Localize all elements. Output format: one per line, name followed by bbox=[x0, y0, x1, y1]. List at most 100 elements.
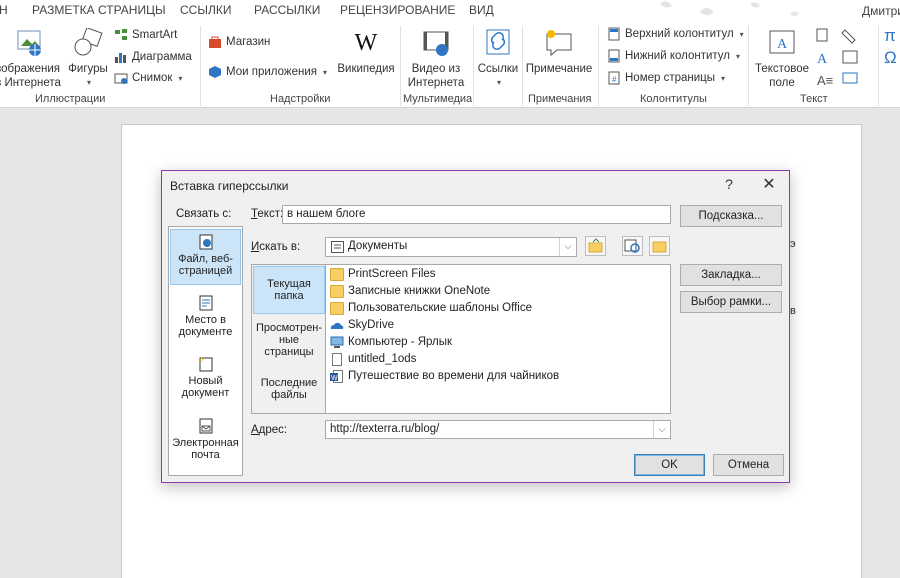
document-text-fragment: э bbox=[790, 238, 796, 250]
browse-file-button[interactable] bbox=[649, 236, 670, 256]
address-dropdown-arrow-icon[interactable]: ⌵ bbox=[653, 421, 670, 438]
address-label-rest: дрес: bbox=[258, 424, 288, 436]
list-item-name: Компьютер - Ярлык bbox=[348, 336, 453, 348]
browse-web-icon bbox=[624, 239, 640, 253]
ok-button[interactable]: OK bbox=[634, 454, 705, 476]
wikipedia-label: Википедия bbox=[337, 63, 395, 75]
list-item[interactable]: W Путешествие во времени для чайников bbox=[330, 368, 559, 384]
folder-icon bbox=[330, 267, 344, 281]
comment-icon bbox=[543, 28, 575, 58]
shapes-label: Фигуры bbox=[68, 63, 108, 75]
links-button[interactable]: Ссылки ▾ bbox=[476, 28, 520, 90]
folder-nav-panel: Текущая папка Просмотрен- ные страницы П… bbox=[251, 264, 326, 414]
header-button[interactable]: Верхний колонтитул ▾ bbox=[607, 27, 744, 41]
new-document-icon bbox=[198, 356, 214, 372]
list-item[interactable]: Компьютер - Ярлык bbox=[330, 334, 452, 350]
my-apps-button[interactable]: Мои приложения ▾ bbox=[208, 65, 327, 79]
skydrive-icon bbox=[330, 319, 344, 332]
tab-references[interactable]: ССЫЛКИ bbox=[180, 3, 231, 17]
shapes-button[interactable]: Фигуры ▾ bbox=[66, 27, 110, 90]
list-item[interactable]: Записные книжки OneNote bbox=[330, 283, 490, 299]
tab-insert-partial[interactable]: Н bbox=[0, 3, 8, 17]
tab-mailings[interactable]: РАССЫЛКИ bbox=[254, 3, 320, 17]
list-item-name: Пользовательские шаблоны Office bbox=[348, 302, 532, 314]
my-apps-label: Мои приложения bbox=[226, 66, 317, 78]
browse-web-button[interactable] bbox=[622, 236, 643, 256]
link-to-new-document[interactable]: Новый документ bbox=[170, 352, 241, 408]
group-separator bbox=[200, 26, 201, 106]
text-to-display-input[interactable]: в нашем блоге bbox=[282, 205, 671, 224]
screenshot-icon bbox=[114, 71, 128, 85]
documents-folder-icon bbox=[331, 241, 344, 256]
file-list[interactable]: PrintScreen Files Записные книжки OneNot… bbox=[325, 264, 671, 414]
up-folder-icon bbox=[588, 238, 603, 253]
tab-page-layout[interactable]: РАЗМЕТКА СТРАНИЦЫ bbox=[32, 3, 166, 17]
link-to-label: Связать с: bbox=[176, 208, 232, 220]
link-to-web-page-label: Файл, веб- страницей bbox=[178, 253, 233, 277]
symbol-omega-icon[interactable]: Ω bbox=[884, 48, 897, 68]
links-icon bbox=[482, 28, 514, 58]
cancel-button[interactable]: Отмена bbox=[713, 454, 784, 476]
wikipedia-button[interactable]: W Википедия bbox=[336, 28, 396, 76]
list-item[interactable]: Пользовательские шаблоны Office bbox=[330, 300, 532, 316]
comment-button[interactable]: Примечание bbox=[524, 28, 594, 76]
text-tools-icons: A A≡ bbox=[816, 28, 858, 87]
chart-button[interactable]: Диаграмма bbox=[114, 50, 192, 64]
page-number-button[interactable]: # Номер страницы ▾ bbox=[607, 71, 725, 85]
help-button[interactable]: ? bbox=[722, 176, 736, 192]
link-to-place-in-document[interactable]: Место в документе bbox=[170, 291, 241, 347]
link-to-web-page[interactable]: Файл, веб- страницей bbox=[170, 229, 241, 285]
nav-current-folder[interactable]: Текущая папка bbox=[253, 266, 325, 314]
link-to-place-label: Место в документе bbox=[178, 314, 233, 338]
list-item[interactable]: PrintScreen Files bbox=[330, 266, 436, 282]
screenshot-button[interactable]: Снимок ▾ bbox=[114, 71, 182, 85]
list-item[interactable]: SkyDrive bbox=[330, 317, 394, 333]
link-to-email-label: Электронная почта bbox=[172, 437, 239, 461]
group-separator bbox=[522, 26, 523, 106]
look-in-dropdown[interactable]: Документы ⌵ bbox=[325, 237, 577, 257]
footer-button[interactable]: Нижний колонтитул ▾ bbox=[607, 49, 740, 63]
group-separator bbox=[400, 26, 401, 106]
online-pictures-label: зображения з Интернета bbox=[0, 63, 61, 89]
my-apps-dropdown-icon: ▾ bbox=[322, 67, 327, 77]
group-label-addins: Надстройки bbox=[270, 93, 331, 105]
dialog-title: Вставка гиперссылки bbox=[170, 179, 289, 193]
decorative-leaves-icon bbox=[660, 1, 799, 16]
nav-recent-files[interactable]: Последние файлы bbox=[253, 377, 325, 407]
computer-shortcut-icon bbox=[330, 336, 344, 349]
look-in-dropdown-arrow-icon[interactable]: ⌵ bbox=[559, 238, 576, 256]
header-label: Верхний колонтитул bbox=[625, 28, 734, 40]
textbox-label: Текстовое поле bbox=[755, 63, 809, 89]
tab-view[interactable]: ВИД bbox=[469, 3, 494, 17]
screenshot-label: Снимок bbox=[132, 72, 173, 84]
screentip-button[interactable]: Подсказка... bbox=[680, 205, 782, 227]
store-button[interactable]: Магазин bbox=[208, 35, 270, 49]
list-item[interactable]: untitled_1ods bbox=[330, 351, 416, 367]
tab-review[interactable]: РЕЦЕНЗИРОВАНИЕ bbox=[340, 3, 455, 17]
browse-file-icon bbox=[652, 241, 667, 253]
link-to-email[interactable]: Электронная почта bbox=[170, 414, 241, 470]
look-in-label: Искать в: bbox=[251, 241, 300, 253]
wikipedia-icon: W bbox=[354, 30, 378, 56]
nav-browsed-pages[interactable]: Просмотрен- ные страницы bbox=[253, 322, 325, 362]
equation-pi-icon[interactable]: π bbox=[884, 26, 896, 46]
user-name[interactable]: Дмитри bbox=[862, 4, 900, 18]
smartart-button[interactable]: SmartArt bbox=[114, 28, 177, 42]
bookmark-button[interactable]: Закладка... bbox=[680, 264, 782, 286]
address-input[interactable]: http://texterra.ru/blog/ ⌵ bbox=[325, 420, 671, 439]
screenshot-dropdown-icon: ▾ bbox=[178, 73, 183, 83]
ribbon-tab-bar: Н РАЗМЕТКА СТРАНИЦЫ ССЫЛКИ РАССЫЛКИ РЕЦЕ… bbox=[0, 0, 900, 22]
chart-icon bbox=[114, 50, 128, 64]
online-video-button[interactable]: Видео из Интернета bbox=[404, 28, 468, 90]
folder-icon bbox=[330, 301, 344, 315]
textbox-button[interactable]: A Текстовое поле bbox=[752, 28, 812, 90]
list-item-name: untitled_1ods bbox=[348, 353, 417, 365]
svg-text:A≡: A≡ bbox=[817, 73, 833, 87]
group-separator bbox=[473, 26, 474, 106]
group-separator bbox=[878, 26, 879, 106]
close-button[interactable]: ✕ bbox=[762, 174, 776, 194]
target-frame-button[interactable]: Выбор рамки... bbox=[680, 291, 782, 313]
online-pictures-button[interactable]: зображения з Интернета bbox=[0, 28, 62, 90]
list-item-name: SkyDrive bbox=[348, 319, 395, 331]
up-folder-button[interactable] bbox=[585, 236, 606, 256]
